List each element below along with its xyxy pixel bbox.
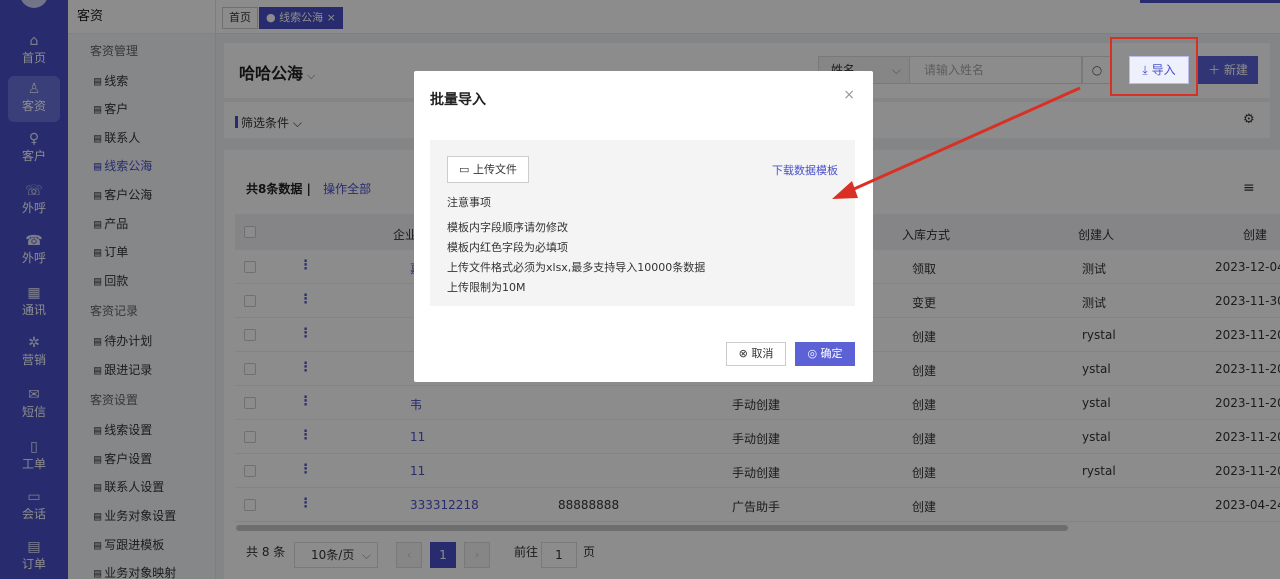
cancel-button[interactable]: ⊗ 取消 [726,342,786,366]
note-item: 上传文件格式必须为xlsx,最多支持导入10000条数据 [447,261,706,274]
import-button-highlighted[interactable]: ⤓ 导入 [1129,56,1189,84]
note-item: 模板内红色字段为必填项 [447,241,568,254]
batch-import-dialog: 批量导入 × ▭ 上传文件 下载数据模板 注意事项 模板内字段顺序请勿修改 模板… [414,71,873,382]
upload-file-button[interactable]: ▭ 上传文件 [447,156,529,183]
dialog-title: 批量导入 [430,92,486,108]
note-item: 上传限制为10M [447,281,526,294]
check-circle-icon: ◎ [807,347,818,360]
notes-title: 注意事项 [447,196,491,209]
import-panel: ▭ 上传文件 下载数据模板 注意事项 模板内字段顺序请勿修改 模板内红色字段为必… [430,140,855,306]
note-item: 模板内字段顺序请勿修改 [447,221,568,234]
download-template-link[interactable]: 下载数据模板 [772,162,838,178]
download-icon: ⤓ [1142,63,1148,77]
folder-icon: ▭ [459,163,470,176]
confirm-button[interactable]: ◎ 确定 [795,342,855,366]
close-icon[interactable]: × [843,87,855,103]
cancel-circle-icon: ⊗ [738,347,748,360]
